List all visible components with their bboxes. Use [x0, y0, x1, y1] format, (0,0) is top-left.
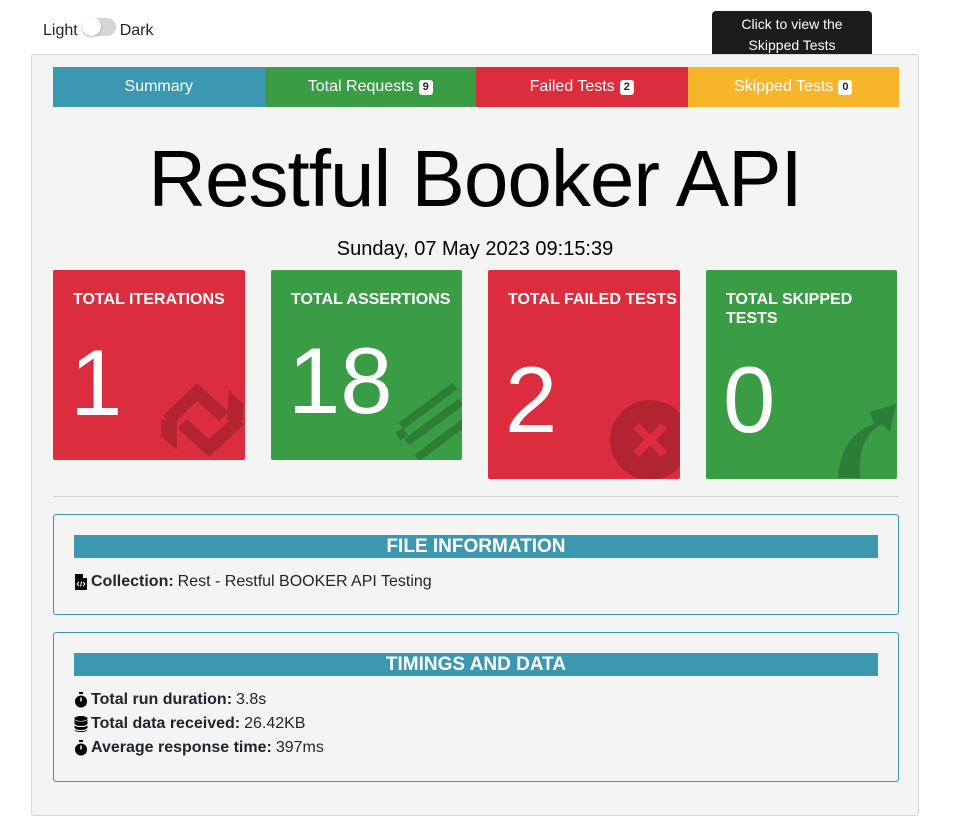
card-total-skipped-tests: TOTAL SKIPPED TESTS 0 — [706, 270, 897, 479]
theme-toggle: Light Dark — [43, 17, 154, 40]
file-information-header: FILE INFORMATION — [74, 535, 878, 558]
average-response-time-label: Average response time: — [91, 739, 272, 756]
times-circle-icon — [610, 400, 680, 479]
total-data-received-label: Total data received: — [91, 715, 241, 732]
file-information-panel: FILE INFORMATION Collection: Rest - Rest… — [53, 514, 899, 615]
card-title: TOTAL ASSERTIONS — [291, 291, 451, 308]
tab-failed-tests[interactable]: Failed Tests 2 — [476, 67, 688, 107]
report-date: Sunday, 07 May 2023 09:15:39 — [336, 238, 614, 260]
tab-total-requests[interactable]: Total Requests 9 — [264, 67, 476, 107]
file-code-icon — [75, 574, 87, 590]
failed-tests-badge: 2 — [619, 79, 634, 95]
total-data-received-value: 26.42KB — [244, 715, 306, 732]
share-arrow-icon — [838, 404, 896, 478]
card-total-assertions: TOTAL ASSERTIONS 18 — [271, 270, 462, 460]
tab-skipped-tests-label: Skipped Tests — [734, 78, 834, 95]
skipped-tests-tooltip: Click to view the Skipped Tests — [712, 11, 872, 65]
list-lines-icon — [395, 382, 462, 460]
theme-switch[interactable] — [81, 17, 116, 36]
switch-knob[interactable] — [81, 17, 101, 36]
tab-failed-tests-label: Failed Tests — [529, 78, 615, 95]
tab-skipped-tests[interactable]: Skipped Tests 0 — [687, 67, 899, 107]
dark-label: Dark — [119, 22, 154, 39]
average-response-time-row: Average response time: 397ms — [74, 738, 324, 758]
sync-icon — [161, 383, 245, 457]
card-total-iterations: TOTAL ITERATIONS 1 — [53, 270, 245, 460]
total-requests-badge: 9 — [418, 79, 433, 95]
card-title: TOTAL ITERATIONS — [73, 291, 225, 308]
timings-panel: TIMINGS AND DATA Total run duration: 3.8… — [53, 632, 899, 782]
card-title: TOTAL SKIPPED TESTS — [726, 291, 853, 327]
card-value: 0 — [723, 347, 776, 452]
tab-summary-label: Summary — [124, 78, 193, 95]
tab-total-requests-label: Total Requests — [307, 78, 414, 95]
database-icon — [74, 716, 88, 732]
tooltip-text: Click to view the Skipped Tests — [741, 16, 843, 53]
stopwatch-icon — [75, 692, 87, 708]
card-value: 1 — [70, 330, 123, 435]
page-title: Restful Booker API — [148, 134, 802, 223]
card-value: 18 — [288, 328, 393, 433]
total-run-duration-label: Total run duration: — [91, 691, 233, 708]
card-value: 2 — [505, 347, 558, 452]
card-title: TOTAL FAILED TESTS — [508, 291, 677, 308]
report-container: Summary Total Requests 9 Failed Tests 2 … — [31, 54, 919, 816]
collection-row: Collection: Rest - Restful BOOKER API Te… — [74, 572, 432, 592]
stopwatch-icon — [75, 740, 87, 756]
total-run-duration-row: Total run duration: 3.8s — [74, 690, 266, 710]
card-total-failed-tests: TOTAL FAILED TESTS 2 — [488, 270, 680, 479]
light-label: Light — [43, 22, 78, 39]
skipped-tests-badge: 0 — [838, 79, 853, 95]
report-tabs: Summary Total Requests 9 Failed Tests 2 … — [53, 67, 899, 107]
timings-header: TIMINGS AND DATA — [74, 653, 878, 676]
average-response-time-value: 397ms — [275, 739, 324, 756]
section-divider — [53, 496, 899, 497]
tab-summary[interactable]: Summary — [53, 67, 265, 107]
collection-value: Rest - Restful BOOKER API Testing — [177, 573, 432, 590]
total-data-received-row: Total data received: 26.42KB — [74, 714, 305, 734]
total-run-duration-value: 3.8s — [236, 691, 267, 708]
collection-label: Collection: — [91, 573, 174, 590]
